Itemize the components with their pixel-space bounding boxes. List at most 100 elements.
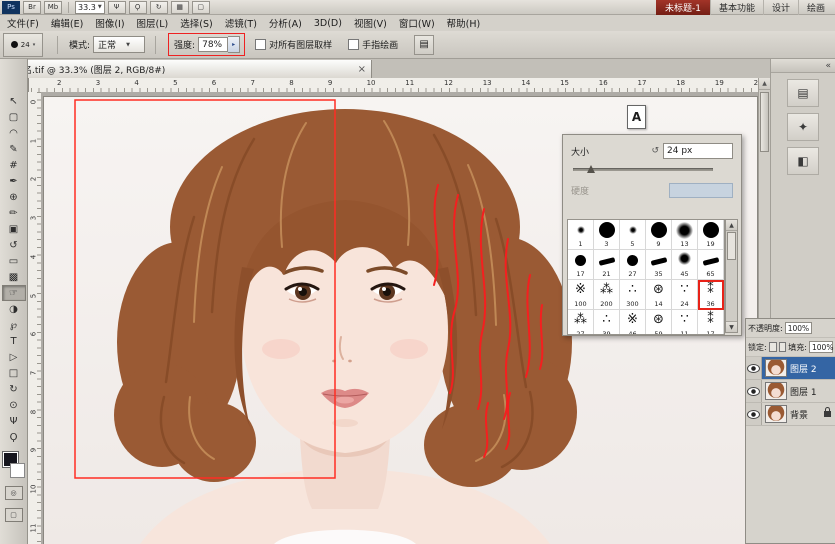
hand-tool[interactable]: Ψ xyxy=(2,413,26,429)
scrollbar-thumb[interactable] xyxy=(760,92,769,152)
crop-tool[interactable]: # xyxy=(2,157,26,173)
brush-tool[interactable]: ✏ xyxy=(2,205,26,221)
vertical-ruler[interactable]: 01234567891011 xyxy=(28,92,42,544)
close-icon[interactable]: × xyxy=(358,64,366,75)
brush-preset-200[interactable]: ⁂200 xyxy=(594,280,620,310)
brush-size-input[interactable]: 24 px xyxy=(663,143,733,159)
mini-bridge-icon[interactable]: Mb xyxy=(44,1,62,14)
visibility-cell[interactable] xyxy=(746,403,762,425)
brush-preset-3[interactable]: 3 xyxy=(594,220,620,250)
scroll-down-icon[interactable]: ▼ xyxy=(726,321,737,332)
brush-preset-59[interactable]: ⊛59 xyxy=(646,310,672,335)
history-brush-tool[interactable]: ↺ xyxy=(2,237,26,253)
menu-item-4[interactable]: 图层(L) xyxy=(131,16,175,30)
finger-painting-option[interactable]: 手指绘画 xyxy=(348,38,398,51)
brush-preset-14[interactable]: ⊛14 xyxy=(646,280,672,310)
scroll-up-icon[interactable]: ▲ xyxy=(759,78,770,90)
strength-input[interactable]: 78% xyxy=(198,37,228,52)
screen-mode-button[interactable]: ▢ xyxy=(5,508,23,522)
brush-preset-39[interactable]: ∴39 xyxy=(594,310,620,335)
zoom-level-input[interactable]: 33.3 ▼ xyxy=(75,1,105,14)
menu-item-6[interactable]: 滤镜(T) xyxy=(219,16,263,30)
layer-thumbnail[interactable] xyxy=(765,359,787,377)
menu-item-7[interactable]: 分析(A) xyxy=(263,16,308,30)
brush-preset-35[interactable]: 35 xyxy=(646,250,672,280)
adjustments-panel-button[interactable]: ◧ xyxy=(787,147,819,175)
brush-preset-300[interactable]: ∴300 xyxy=(620,280,646,310)
scroll-up-icon[interactable]: ▲ xyxy=(726,220,737,231)
path-select-tool[interactable]: ▷ xyxy=(2,349,26,365)
screen-mode-icon[interactable]: ▢ xyxy=(192,1,210,14)
brush-preset-17[interactable]: ⁑17 xyxy=(698,310,724,335)
3d-rotate-tool[interactable]: ↻ xyxy=(2,381,26,397)
pen-tool[interactable]: ℘ xyxy=(2,317,26,333)
brush-grid-scrollbar[interactable]: ▲ ▼ xyxy=(725,219,738,333)
tool-preset-picker[interactable]: 24 ▾ xyxy=(3,33,43,57)
slider-thumb[interactable] xyxy=(587,165,595,173)
mode-dropdown[interactable]: 正常 ▼ xyxy=(93,36,145,53)
brush-preset-1[interactable]: 1 xyxy=(568,220,594,250)
menu-item-3[interactable]: 图像(I) xyxy=(89,16,130,30)
brush-preset-46[interactable]: ※46 xyxy=(620,310,646,335)
menu-item-1[interactable]: 文件(F) xyxy=(1,16,45,30)
hand-tool-icon[interactable]: Ψ xyxy=(108,1,126,14)
menu-item-8[interactable]: 3D(D) xyxy=(308,18,348,29)
lock-transparency-icon[interactable] xyxy=(769,342,777,352)
move-tool[interactable]: ↖ xyxy=(2,93,26,109)
eraser-tool[interactable]: ▭ xyxy=(2,253,26,269)
document-title-tab[interactable]: 未标题-1 xyxy=(656,0,710,15)
workspace-2[interactable]: 设计 xyxy=(763,0,798,15)
eye-icon[interactable] xyxy=(747,410,760,419)
healing-brush-tool[interactable]: ⊕ xyxy=(2,189,26,205)
smudge-tool[interactable]: ☞ xyxy=(2,285,26,301)
layer-thumbnail[interactable] xyxy=(765,405,787,423)
type-tool[interactable]: T xyxy=(2,333,26,349)
styles-panel-button[interactable]: ✦ xyxy=(787,113,819,141)
menu-item-5[interactable]: 选择(S) xyxy=(174,16,218,30)
lock-all-icon[interactable] xyxy=(779,342,787,352)
workspace-1[interactable]: 基本功能 xyxy=(710,0,763,15)
3d-orbit-tool[interactable]: ⊙ xyxy=(2,397,26,413)
horizontal-ruler[interactable]: 234567891011121314151617181920 xyxy=(28,78,759,93)
brush-preset-5[interactable]: 5 xyxy=(620,220,646,250)
background-color-swatch[interactable] xyxy=(10,463,25,478)
reset-size-icon[interactable]: ↺ xyxy=(651,146,659,156)
zoom-tool[interactable]: Ϙ xyxy=(2,429,26,445)
eyedropper-tool[interactable]: ✒ xyxy=(2,173,26,189)
finger-painting-checkbox[interactable] xyxy=(348,39,359,50)
workspace-3[interactable]: 绘画 xyxy=(798,0,833,15)
marquee-tool[interactable]: ▢ xyxy=(2,109,26,125)
bridge-icon[interactable]: Br xyxy=(23,1,41,14)
fill-input[interactable]: 100% xyxy=(809,341,833,353)
brush-preset-36[interactable]: ⁑36 xyxy=(698,280,724,310)
history-panel-button[interactable]: ▤ xyxy=(787,79,819,107)
visibility-cell[interactable] xyxy=(746,357,762,379)
eye-icon[interactable] xyxy=(747,387,760,396)
brush-preset-27[interactable]: 27 xyxy=(620,250,646,280)
sample-all-layers-option[interactable]: 对所有图层取样 xyxy=(255,38,332,51)
menu-item-11[interactable]: 帮助(H) xyxy=(441,16,487,30)
zoom-tool-icon[interactable]: Ϙ xyxy=(129,1,147,14)
strength-slider-button[interactable]: ▸ xyxy=(228,36,240,53)
layer-row-图层 1[interactable]: 图层 1 xyxy=(746,380,835,403)
layer-row-背景[interactable]: 背景 xyxy=(746,403,835,426)
lasso-tool[interactable]: ◠ xyxy=(2,125,26,141)
menu-item-10[interactable]: 窗口(W) xyxy=(393,16,441,30)
brush-preset-17[interactable]: 17 xyxy=(568,250,594,280)
brush-preset-24[interactable]: ∵24 xyxy=(672,280,698,310)
brush-preset-13[interactable]: 13 xyxy=(672,220,698,250)
layer-row-图层 2[interactable]: 图层 2 xyxy=(746,357,835,380)
brush-preset-19[interactable]: 19 xyxy=(698,220,724,250)
arrange-documents-icon[interactable]: ▦ xyxy=(171,1,189,14)
opacity-input[interactable]: 100% xyxy=(785,322,812,334)
collapse-dock-icon[interactable]: « xyxy=(825,61,831,71)
visibility-cell[interactable] xyxy=(746,380,762,402)
brush-preset-100[interactable]: ※100 xyxy=(568,280,594,310)
photoshop-logo-icon[interactable]: Ps xyxy=(2,1,20,14)
brush-preset-27[interactable]: ⁂27 xyxy=(568,310,594,335)
character-panel-button[interactable]: A xyxy=(627,105,646,129)
menu-item-9[interactable]: 视图(V) xyxy=(348,16,393,30)
rotate-view-icon[interactable]: ↻ xyxy=(150,1,168,14)
brush-preset-9[interactable]: 9 xyxy=(646,220,672,250)
brush-size-slider[interactable] xyxy=(573,165,713,174)
